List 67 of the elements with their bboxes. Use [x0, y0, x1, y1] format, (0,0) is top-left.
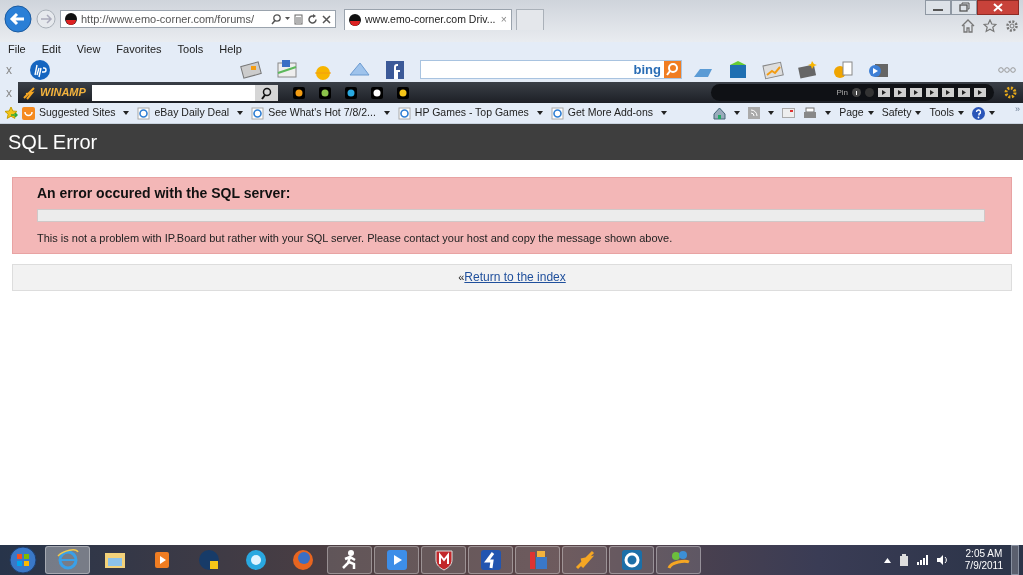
- bookmark-link[interactable]: HP Games - Top Games: [397, 105, 543, 121]
- bookmark-link[interactable]: Suggested Sites: [22, 105, 130, 121]
- favorites-star-icon[interactable]: [4, 106, 18, 120]
- bookmark-link[interactable]: See What's Hot 7/8/2...: [251, 105, 390, 121]
- firefox-icon[interactable]: [290, 548, 315, 572]
- browser-tab[interactable]: www.emo-corner.com Driv... ×: [344, 8, 512, 30]
- error-heading: An error occured with the SQL server:: [37, 184, 292, 203]
- suggested-sites-icon: [22, 106, 35, 120]
- stop-icon[interactable]: [322, 14, 331, 24]
- hp-logo-icon: [30, 59, 50, 80]
- help-icon[interactable]: [972, 106, 985, 120]
- signal-icon[interactable]: [916, 555, 929, 565]
- lightning-icon: [22, 85, 36, 100]
- page-icon: [137, 106, 151, 120]
- search-field[interactable]: [91, 84, 255, 101]
- bing-logo: bing: [633, 60, 661, 79]
- error-message: This is not a problem with IP.Board but rather with your SQL server. Please contact your host and copy the message shown above.: [37, 231, 674, 246]
- battery-icon[interactable]: [898, 554, 909, 566]
- command-menu[interactable]: Page: [839, 105, 874, 121]
- print-icon[interactable]: [803, 106, 818, 120]
- play-icon[interactable]: [910, 88, 922, 97]
- favicon-icon: [65, 13, 77, 25]
- winamp-logo: WINAMP: [40, 85, 86, 101]
- map-icon[interactable]: [276, 58, 298, 81]
- circle-icon[interactable]: [243, 548, 268, 572]
- command-menu[interactable]: Tools: [929, 105, 964, 121]
- caret-icon[interactable]: [285, 17, 290, 21]
- menu-item[interactable]: Edit: [41, 41, 61, 58]
- menu-item[interactable]: Tools: [177, 41, 204, 58]
- close-icon[interactable]: [977, 0, 1019, 15]
- mail-icon[interactable]: [782, 108, 796, 118]
- refresh-icon[interactable]: [307, 13, 318, 25]
- return-link[interactable]: Return to the index: [464, 268, 566, 286]
- settings-icon[interactable]: [1004, 86, 1017, 99]
- bookmark-link[interactable]: Get More Add-ons: [550, 105, 668, 121]
- back-quote-mark: «: [458, 269, 465, 285]
- start-button[interactable]: [8, 545, 38, 575]
- page-icon: [550, 106, 564, 120]
- favicon-icon: [349, 13, 361, 26]
- page-icon: [251, 106, 265, 120]
- home-icon[interactable]: [961, 19, 975, 33]
- bookmark-link[interactable]: eBay Daily Deal: [137, 105, 244, 121]
- play-icon[interactable]: [384, 548, 409, 572]
- overflow-chevron[interactable]: »: [1015, 103, 1020, 117]
- restore-icon[interactable]: [951, 0, 977, 15]
- home-icon[interactable]: [713, 106, 727, 120]
- tab-close-button[interactable]: ×: [500, 11, 507, 28]
- menu-item[interactable]: Help: [219, 41, 242, 58]
- command-menu[interactable]: Safety: [881, 105, 922, 121]
- info-icon[interactable]: [852, 88, 861, 97]
- page-title: SQL Error: [8, 130, 98, 155]
- show-hidden-icons-icon[interactable]: [883, 557, 891, 563]
- pin-label: Pin: [836, 86, 848, 99]
- clock[interactable]: 2:05 AM 7/9/2011: [964, 548, 1003, 572]
- settings-icon[interactable]: [1005, 19, 1019, 33]
- menu-item[interactable]: View: [76, 41, 101, 58]
- browser-icon[interactable]: [55, 548, 80, 572]
- menu-item[interactable]: Favorites: [116, 41, 162, 58]
- search-field[interactable]: bing: [420, 60, 682, 79]
- minimize-icon[interactable]: [925, 0, 951, 15]
- menu-item[interactable]: File: [8, 41, 26, 58]
- cyberlink-icon[interactable]: [619, 548, 644, 572]
- page-icon: [397, 106, 411, 120]
- search-button[interactable]: [254, 84, 278, 101]
- address-bar[interactable]: http://www.emo-corner.com/forums/: [60, 10, 336, 28]
- star-icon[interactable]: [983, 19, 997, 33]
- page-icon[interactable]: [294, 13, 303, 25]
